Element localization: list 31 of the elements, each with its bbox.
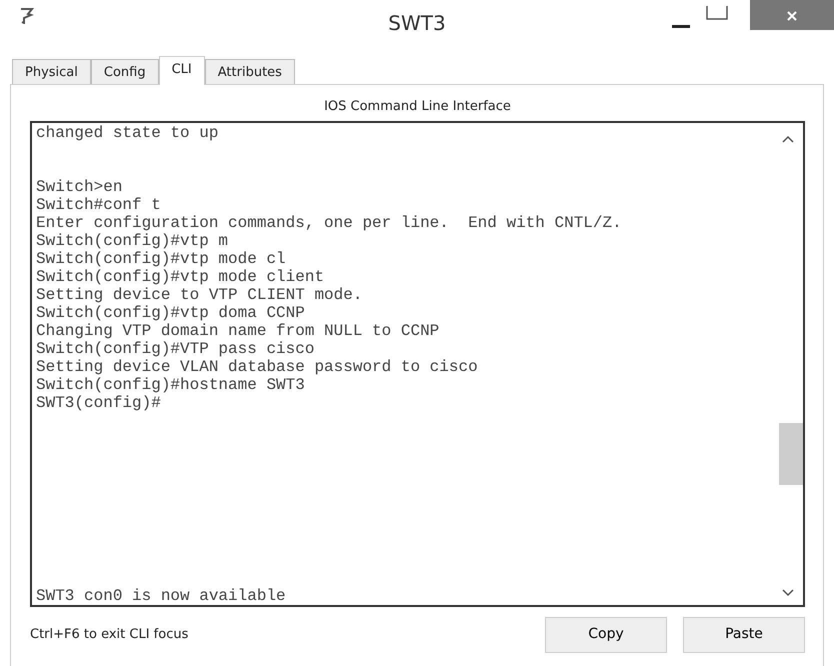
maximize-icon[interactable]: [706, 6, 728, 20]
scroll-up-icon[interactable]: [782, 134, 794, 142]
tab[interactable]: CLI: [158, 56, 205, 85]
focus-hint: Ctrl+F6 to exit CLI focus: [30, 626, 188, 644]
scroll-down-icon[interactable]: [782, 588, 794, 596]
terminal-line: Switch(config)#VTP pass cisco: [36, 340, 316, 358]
terminal-line: changed state to up: [36, 124, 220, 142]
app-icon: [20, 8, 34, 24]
terminal-line: Switch(config)#hostname SWT3: [36, 376, 306, 394]
terminal-line: Switch(config)#vtp mode client: [36, 268, 326, 286]
window-title: SWT3: [388, 11, 446, 35]
terminal-output[interactable]: [30, 120, 805, 606]
terminal-line: Switch(config)#vtp doma CCNP: [36, 304, 306, 322]
tab[interactable]: Physical: [12, 59, 91, 84]
close-icon: [787, 10, 797, 21]
tab[interactable]: Config: [90, 59, 159, 84]
action-button[interactable]: Copy: [545, 616, 667, 652]
tab[interactable]: Attributes: [204, 59, 295, 84]
terminal-line: SWT3(config)#: [36, 394, 162, 412]
terminal-line: Switch>en: [36, 178, 124, 196]
terminal-line: Setting device VLAN database password to cisco: [36, 358, 479, 376]
panel-heading: IOS Command Line Interface: [323, 98, 512, 116]
terminal-line: SWT3 con0 is now available: [36, 586, 287, 604]
terminal-line: Switch#conf t: [36, 196, 162, 214]
terminal-line: Setting device to VTP CLIENT mode.: [36, 286, 364, 304]
terminal-line: Changing VTP domain name from NULL to CCNP: [36, 322, 440, 340]
scrollbar-thumb[interactable]: [779, 422, 803, 484]
terminal-line: Enter configuration commands, one per line. End with CNTL/Z.: [36, 214, 623, 232]
terminal-line: Switch(config)#vtp m: [36, 232, 230, 250]
action-button[interactable]: Paste: [683, 616, 805, 652]
terminal-line: Switch(config)#vtp mode cl: [36, 250, 287, 268]
